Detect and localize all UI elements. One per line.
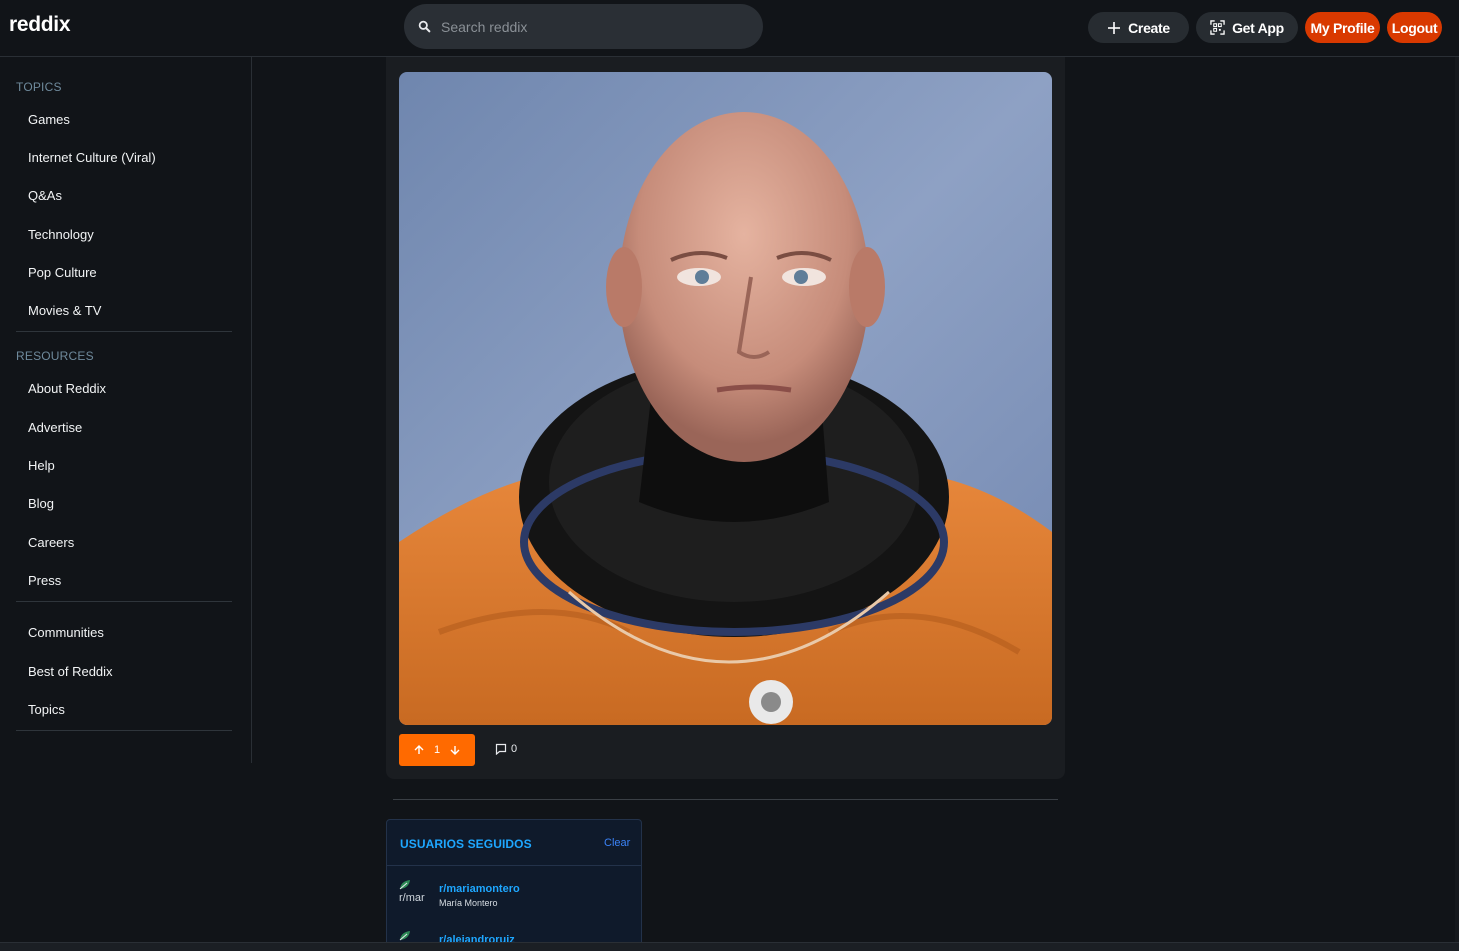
scrollbar[interactable] (1455, 57, 1459, 942)
logout-button[interactable]: Logout (1387, 12, 1442, 43)
sidebar-item-topics[interactable]: Topics (28, 702, 65, 717)
sidebar-item-technology[interactable]: Technology (28, 227, 94, 242)
comment-count: 0 (511, 743, 518, 755)
avatar: r/mar (397, 879, 431, 905)
create-label: Create (1128, 19, 1170, 36)
comments-button[interactable]: 0 (495, 743, 517, 755)
post-image[interactable] (399, 72, 1052, 725)
sidebar-divider (16, 601, 232, 602)
sidebar-item-help[interactable]: Help (28, 458, 55, 473)
upvote-arrow-icon[interactable] (413, 744, 425, 756)
search-bar[interactable] (404, 4, 763, 49)
search-icon (418, 20, 431, 33)
followed-users-panel: USUARIOS SEGUIDOS Clear r/mar r/mariamon… (386, 819, 642, 951)
resources-heading: RESOURCES (16, 349, 94, 363)
followed-user-handle[interactable]: r/mariamontero (439, 883, 520, 895)
sidebar-item-press[interactable]: Press (28, 573, 61, 588)
top-header: reddix Create Get App My Profile Logout (0, 0, 1459, 57)
left-sidebar: TOPICS Games Internet Culture (Viral) Q&… (0, 57, 252, 763)
reddix-logo[interactable]: reddix (9, 13, 71, 37)
sidebar-divider (16, 331, 232, 332)
logout-label: Logout (1391, 19, 1438, 36)
vote-count: 1 (433, 744, 441, 756)
plus-icon (1108, 21, 1121, 34)
avatar-alt-text: r/mar (399, 892, 425, 904)
sidebar-item-about[interactable]: About Reddix (28, 381, 106, 396)
my-profile-button[interactable]: My Profile (1305, 12, 1380, 43)
sidebar-item-best-of[interactable]: Best of Reddix (28, 664, 113, 679)
followed-users-title: USUARIOS SEGUIDOS (400, 837, 532, 851)
feed-divider (393, 799, 1058, 800)
sidebar-item-games[interactable]: Games (28, 112, 70, 127)
sidebar-item-pop-culture[interactable]: Pop Culture (28, 265, 97, 280)
sidebar-item-internet-culture[interactable]: Internet Culture (Viral) (28, 150, 156, 165)
sidebar-item-careers[interactable]: Careers (28, 535, 74, 550)
sidebar-item-advertise[interactable]: Advertise (28, 420, 82, 435)
broken-image-icon (399, 880, 410, 890)
vote-control: 1 (399, 734, 475, 766)
bottom-bar (0, 942, 1459, 951)
search-input[interactable] (440, 4, 750, 49)
followed-user-name: María Montero (439, 898, 498, 908)
get-app-label: Get App (1232, 19, 1284, 36)
comment-bubble-icon (495, 743, 507, 755)
sidebar-divider (16, 730, 232, 731)
downvote-arrow-icon[interactable] (449, 744, 461, 756)
get-app-button[interactable]: Get App (1196, 12, 1298, 43)
sidebar-item-blog[interactable]: Blog (28, 496, 54, 511)
broken-image-icon (399, 931, 410, 941)
sidebar-item-communities[interactable]: Communities (28, 625, 104, 640)
followed-users-header: USUARIOS SEGUIDOS Clear (387, 820, 641, 866)
topics-heading: TOPICS (16, 80, 62, 94)
astronaut-portrait-image (399, 72, 1052, 725)
create-button[interactable]: Create (1088, 12, 1189, 43)
sidebar-item-qas[interactable]: Q&As (28, 188, 62, 203)
qr-code-icon (1210, 20, 1225, 35)
sidebar-item-movies-tv[interactable]: Movies & TV (28, 303, 101, 318)
post-card: 1 0 (386, 57, 1065, 779)
clear-button[interactable]: Clear (604, 837, 630, 849)
followed-user-item[interactable]: r/mar r/mariamontero María Montero (387, 877, 641, 917)
my-profile-label: My Profile (1310, 19, 1375, 36)
